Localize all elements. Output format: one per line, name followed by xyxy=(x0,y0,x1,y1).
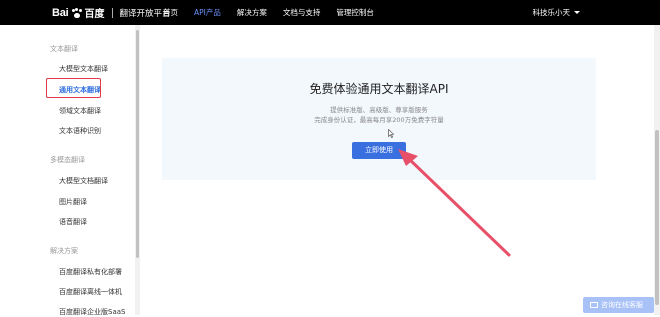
online-support-button[interactable]: 咨询在线客服 xyxy=(583,297,654,313)
promo-desc-line1: 提供标准版、高级版、尊享版服务 xyxy=(330,106,428,114)
sidebar-scrollbar-thumb[interactable] xyxy=(136,30,139,258)
top-navbar: Bai 百度 翻译开放平台 首页 API产品 解决方案 文档与支持 管理控制台 … xyxy=(0,0,660,25)
nav-home[interactable]: 首页 xyxy=(163,0,178,25)
promo-desc-line2: 完成身份认证，最高每月享200万免费字符量 xyxy=(314,116,444,124)
mouse-cursor-icon xyxy=(388,129,394,138)
logo-divider xyxy=(111,7,113,18)
chevron-down-icon xyxy=(574,11,580,14)
sidebar-group-text-translation: 文本翻译 xyxy=(50,45,78,53)
sidebar-item-enterprise-saas[interactable]: 百度翻译企业版SaaS xyxy=(59,307,125,317)
user-menu[interactable]: 科技乐小天 xyxy=(532,0,580,25)
nav-console[interactable]: 管理控制台 xyxy=(336,0,374,25)
sidebar-group-multimodal: 多模态翻译 xyxy=(50,156,85,164)
sidebar-group-solutions: 解决方案 xyxy=(50,247,78,255)
sidebar-item-private-deploy[interactable]: 百度翻译私有化部署 xyxy=(59,267,122,277)
nav-api-products[interactable]: API产品 xyxy=(194,0,221,25)
sidebar-item-language-detect[interactable]: 文本语种识别 xyxy=(59,126,101,136)
main-nav: 首页 API产品 解决方案 文档与支持 管理控制台 xyxy=(163,0,390,25)
sidebar-item-llm-doc[interactable]: 大模型文档翻译 xyxy=(59,176,108,186)
baidu-logo[interactable]: Bai 百度 翻译开放平台 xyxy=(52,5,171,21)
nav-solutions[interactable]: 解决方案 xyxy=(237,0,267,25)
logo-bai-text: Bai xyxy=(52,6,69,19)
paw-icon xyxy=(71,7,82,18)
username: 科技乐小天 xyxy=(532,8,571,17)
chat-icon xyxy=(590,302,598,308)
logo-du-text: 百度 xyxy=(84,9,105,20)
nav-docs-support[interactable]: 文档与支持 xyxy=(283,0,321,25)
page-scrollbar-thumb[interactable] xyxy=(655,130,659,305)
online-support-label: 咨询在线客服 xyxy=(601,301,643,309)
sidebar-item-offline-machine[interactable]: 百度翻译离线一体机 xyxy=(59,287,122,297)
promo-title: 免费体验通用文本翻译API xyxy=(309,82,449,96)
annotation-highlight-box xyxy=(46,78,101,98)
sidebar-item-domain-text[interactable]: 领域文本翻译 xyxy=(59,106,101,116)
promo-card: 免费体验通用文本翻译API 提供标准版、高级版、尊享版服务 完成身份认证，最高每… xyxy=(162,58,596,180)
sidebar-item-image[interactable]: 图片翻译 xyxy=(59,197,87,207)
sidebar-item-speech[interactable]: 语音翻译 xyxy=(59,217,87,227)
sidebar-item-llm-text[interactable]: 大模型文本翻译 xyxy=(59,64,108,74)
use-now-button[interactable]: 立即使用 xyxy=(352,142,406,159)
